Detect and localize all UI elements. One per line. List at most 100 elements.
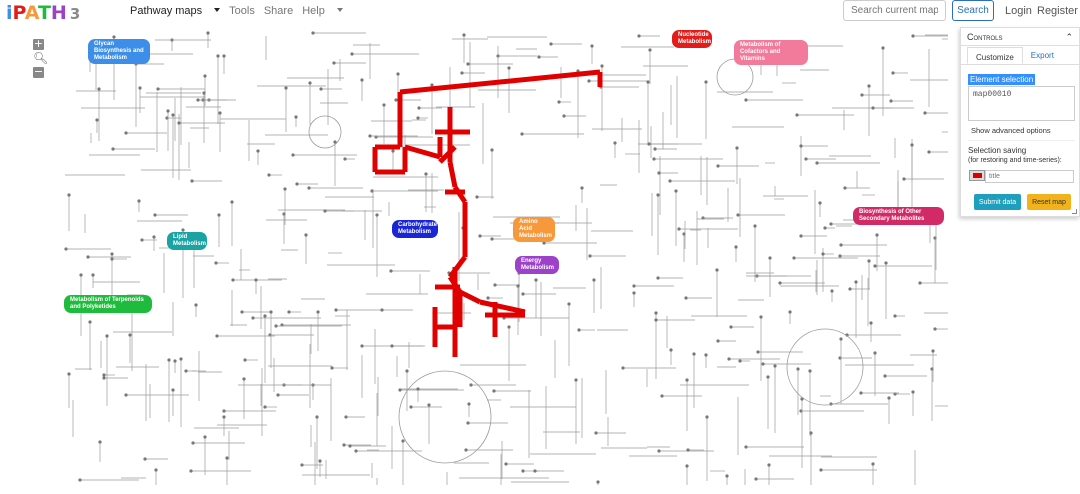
compound-node[interactable]: [823, 226, 827, 230]
compound-node[interactable]: [191, 441, 195, 445]
compound-node[interactable]: [330, 366, 334, 370]
compound-node[interactable]: [590, 44, 594, 48]
map-label-terpenoids[interactable]: Metabolism of Terpenoids and Polyketides: [64, 295, 152, 313]
compound-node[interactable]: [871, 462, 875, 466]
compound-node[interactable]: [657, 171, 661, 175]
compound-node[interactable]: [417, 106, 421, 110]
compound-node[interactable]: [577, 328, 581, 332]
compound-node[interactable]: [95, 118, 99, 122]
compound-node[interactable]: [621, 366, 625, 370]
compound-node[interactable]: [734, 245, 738, 249]
compound-node[interactable]: [818, 201, 822, 205]
compound-node[interactable]: [263, 405, 267, 409]
advanced-options-link[interactable]: Show advanced options: [971, 126, 1051, 135]
pathway-edge[interactable]: [404, 144, 441, 160]
compound-node[interactable]: [829, 222, 833, 226]
compound-node[interactable]: [128, 333, 132, 337]
compound-node[interactable]: [910, 143, 914, 147]
compound-node[interactable]: [475, 195, 479, 199]
compound-node[interactable]: [222, 409, 226, 413]
compound-node[interactable]: [105, 334, 109, 338]
compound-node[interactable]: [348, 444, 352, 448]
compound-node[interactable]: [311, 31, 315, 35]
compound-node[interactable]: [692, 352, 696, 356]
compound-node[interactable]: [656, 193, 660, 197]
compound-node[interactable]: [843, 186, 847, 190]
compound-node[interactable]: [744, 98, 748, 102]
zoom-reset-icon[interactable]: 🔍︎: [33, 52, 48, 64]
compound-node[interactable]: [684, 296, 688, 300]
compound-node[interactable]: [854, 280, 858, 284]
compound-node[interactable]: [668, 179, 672, 183]
compound-node[interactable]: [754, 477, 758, 481]
compound-node[interactable]: [102, 376, 106, 380]
compound-node[interactable]: [927, 150, 931, 154]
compound-node[interactable]: [648, 48, 652, 52]
compound-node[interactable]: [490, 237, 494, 241]
compound-node[interactable]: [88, 320, 92, 324]
compound-node[interactable]: [171, 113, 175, 117]
compound-node[interactable]: [685, 378, 689, 382]
compound-node[interactable]: [759, 315, 763, 319]
compound-node[interactable]: [295, 182, 299, 186]
compound-node[interactable]: [931, 349, 935, 353]
compound-node[interactable]: [656, 276, 660, 280]
compound-node[interactable]: [110, 257, 114, 261]
compound-node[interactable]: [859, 391, 863, 395]
compound-node[interactable]: [911, 390, 915, 394]
compound-node[interactable]: [766, 375, 770, 379]
compound-node[interactable]: [704, 80, 708, 84]
compound-node[interactable]: [918, 281, 922, 285]
compound-node[interactable]: [380, 308, 384, 312]
compound-node[interactable]: [368, 134, 372, 138]
compound-node[interactable]: [189, 469, 193, 473]
compound-node[interactable]: [492, 389, 496, 393]
compound-node[interactable]: [646, 80, 650, 84]
compound-node[interactable]: [520, 132, 524, 136]
compound-node[interactable]: [225, 456, 229, 460]
compound-node[interactable]: [316, 310, 320, 314]
tab-customize[interactable]: Customize: [967, 47, 1023, 64]
compound-node[interactable]: [179, 357, 183, 361]
compound-node[interactable]: [778, 281, 782, 285]
compound-node[interactable]: [184, 369, 188, 373]
compound-node[interactable]: [869, 321, 873, 325]
compound-node[interactable]: [669, 348, 673, 352]
compound-node[interactable]: [360, 344, 364, 348]
compound-node[interactable]: [860, 93, 864, 97]
compound-node[interactable]: [883, 374, 887, 378]
compound-node[interactable]: [574, 378, 578, 382]
map-label-lipid[interactable]: Lipid Metabolism: [167, 232, 207, 250]
compound-node[interactable]: [416, 116, 420, 120]
compound-node[interactable]: [214, 261, 218, 265]
compound-node[interactable]: [768, 256, 772, 260]
compound-node[interactable]: [215, 334, 219, 338]
compound-node[interactable]: [521, 292, 525, 296]
compound-node[interactable]: [153, 213, 157, 217]
compound-node[interactable]: [263, 314, 267, 318]
compound-node[interactable]: [318, 459, 322, 463]
compound-node[interactable]: [716, 339, 720, 343]
compound-node[interactable]: [323, 209, 327, 213]
compound-node[interactable]: [567, 302, 571, 306]
color-picker[interactable]: [969, 170, 985, 181]
compound-node[interactable]: [137, 199, 141, 203]
compound-node[interactable]: [725, 474, 729, 478]
compound-node[interactable]: [243, 358, 247, 362]
compound-node[interactable]: [86, 255, 90, 259]
compound-node[interactable]: [815, 161, 819, 165]
compound-node[interactable]: [78, 478, 82, 482]
compound-node[interactable]: [332, 61, 336, 65]
compound-node[interactable]: [809, 431, 813, 435]
compound-node[interactable]: [124, 131, 128, 135]
compound-node[interactable]: [396, 72, 400, 76]
compound-node[interactable]: [300, 463, 304, 467]
compound-node[interactable]: [152, 235, 156, 239]
compound-node[interactable]: [416, 387, 420, 391]
map-label-amino-acid[interactable]: Amino Acid Metabolism: [513, 217, 555, 242]
compound-node[interactable]: [409, 405, 413, 409]
compound-node[interactable]: [521, 469, 525, 473]
compound-node[interactable]: [64, 247, 68, 251]
compound-node[interactable]: [466, 62, 470, 66]
compound-node[interactable]: [206, 31, 210, 35]
